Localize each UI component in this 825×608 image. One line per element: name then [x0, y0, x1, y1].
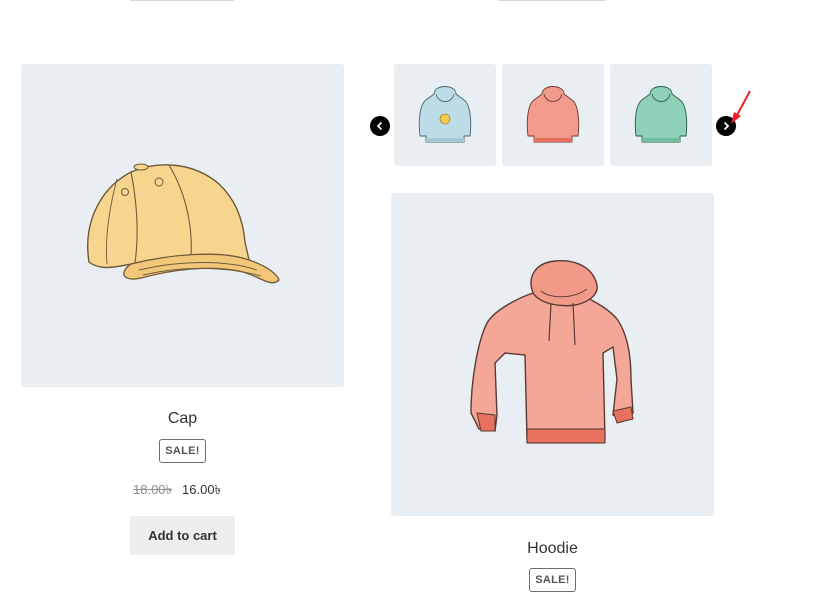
gallery-next-button[interactable] [716, 116, 736, 136]
cap-product-image[interactable] [21, 64, 344, 387]
hoodie-illustration [470, 260, 634, 444]
hoodie-product-title[interactable]: Hoodie [391, 540, 714, 558]
cap-add-to-cart-button[interactable]: Add to cart [130, 516, 235, 555]
cropped-button-right[interactable] [499, 0, 605, 1]
cap-sale-badge: SALE! [159, 439, 206, 463]
gallery-thumbnail-blue-hoodie[interactable] [394, 64, 496, 166]
hoodie-product-image[interactable] [391, 193, 714, 516]
hoodie-green-image [634, 86, 688, 143]
cap-product-title[interactable]: Cap [21, 410, 344, 428]
hoodie-blue-image [418, 86, 472, 143]
gallery-prev-button[interactable] [370, 116, 390, 136]
chevron-left-icon [376, 121, 383, 131]
hoodie-red-image [526, 86, 580, 143]
gallery-thumbnail-red-hoodie[interactable] [502, 64, 604, 166]
cap-sale-price: 16.00৳ [182, 482, 222, 497]
shop-page: Cap SALE! 18.00৳ 16.00৳ Add to cart Hood… [0, 0, 825, 608]
cap-price: 18.00৳ 16.00৳ [133, 481, 221, 502]
cap-regular-price: 18.00৳ [133, 482, 173, 497]
hoodie-sale-badge: SALE! [529, 568, 576, 592]
gallery-thumbnail-green-hoodie[interactable] [610, 64, 712, 166]
chevron-right-icon [723, 121, 730, 131]
cap-illustration [87, 163, 280, 284]
cropped-button-left[interactable] [130, 0, 234, 1]
